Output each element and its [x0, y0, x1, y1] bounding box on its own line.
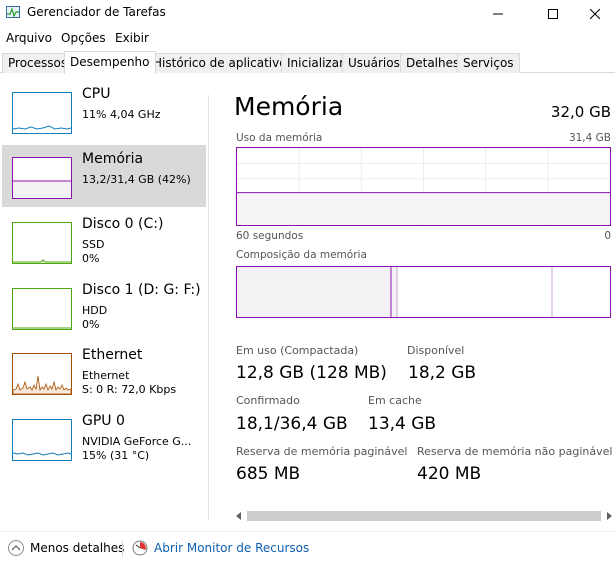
- available-value: 18,2 GB: [408, 363, 477, 383]
- usage-graph-label: Uso da memória: [236, 132, 323, 144]
- resource-monitor-icon: [132, 540, 148, 556]
- paged-pool-label: Reserva de memória paginável: [236, 445, 408, 458]
- usage-area: [237, 192, 610, 225]
- tab-historico[interactable]: Histórico de aplicativos: [147, 53, 299, 73]
- window-title: Gerenciador de Tarefas: [27, 5, 166, 19]
- usage-graph-max: 31,4 GB: [568, 132, 611, 144]
- tab-servicos[interactable]: Serviços: [457, 53, 520, 73]
- nonpaged-pool-value: 420 MB: [417, 464, 482, 484]
- scroll-right-icon[interactable]: [605, 512, 613, 520]
- sidebar-item-detail: NVIDIA GeForce G...: [82, 435, 192, 448]
- tab-inicializar[interactable]: Inicializar: [281, 53, 351, 73]
- sidebar-item-detail: 11% 4,04 GHz: [82, 108, 161, 121]
- menu-arquivo[interactable]: Arquivo: [6, 31, 52, 45]
- sidebar-item-name: Memória: [82, 151, 144, 167]
- memory-usage-graph: [236, 147, 611, 226]
- composition-label: Composição da memória: [236, 249, 367, 261]
- sidebar-item-detail-2: 0%: [82, 318, 100, 331]
- sidebar-item-ethernet[interactable]: Ethernet Ethernet S: 0 R: 72,0 Kbps: [2, 341, 206, 403]
- time-axis-left-label: 60 segundos: [236, 230, 304, 242]
- nonpaged-pool-label: Reserva de memória não paginável: [417, 445, 613, 458]
- footer-separator: [122, 541, 123, 557]
- in-use-value: 12,8 GB (128 MB): [236, 363, 387, 383]
- gpu-thumbnail-graph: [12, 419, 72, 461]
- sidebar-item-detail-2: 0%: [82, 252, 100, 265]
- scrollbar-thumb[interactable]: [247, 511, 601, 521]
- sidebar-item-detail: 13,2/31,4 GB (42%): [82, 173, 191, 186]
- sidebar-item-memoria[interactable]: Memória 13,2/31,4 GB (42%): [2, 145, 206, 207]
- available-label: Disponível: [407, 344, 465, 357]
- less-details-button[interactable]: Menos detalhes: [8, 540, 124, 556]
- cached-label: Em cache: [368, 394, 422, 407]
- resource-sidebar: CPU 11% 4,04 GHz Memória 13,2/31,4 GB (4…: [0, 80, 207, 520]
- title-bar: Gerenciador de Tarefas: [0, 0, 615, 27]
- sidebar-item-name: GPU 0: [82, 413, 125, 429]
- sidebar-item-detail: HDD: [82, 304, 108, 317]
- less-details-label: Menos detalhes: [30, 541, 125, 555]
- committed-value: 18,1/36,4 GB: [236, 414, 348, 434]
- page-title: Memória: [234, 92, 344, 121]
- close-button[interactable]: [575, 0, 615, 27]
- sidebar-item-name: CPU: [82, 86, 111, 102]
- tab-strip: Processos Desempenho Histórico de aplica…: [0, 51, 615, 74]
- ethernet-thumbnail-graph: [12, 353, 72, 395]
- sidebar-item-name: Ethernet: [82, 347, 143, 363]
- sidebar-item-disco-0[interactable]: Disco 0 (C:) SSD 0%: [2, 210, 206, 272]
- cpu-thumbnail-graph: [12, 92, 72, 134]
- sidebar-item-gpu-0[interactable]: GPU 0 NVIDIA GeForce G... 15% (31 °C): [2, 407, 206, 469]
- sidebar-item-name: Disco 0 (C:): [82, 216, 164, 232]
- minimize-button[interactable]: [475, 0, 521, 27]
- sidebar-item-cpu[interactable]: CPU 11% 4,04 GHz: [2, 80, 206, 142]
- tab-usuarios[interactable]: Usuários: [342, 53, 406, 73]
- disk1-thumbnail-graph: [12, 288, 72, 330]
- task-manager-icon: [6, 6, 20, 18]
- composition-modified: [392, 267, 397, 317]
- close-icon: [590, 8, 600, 19]
- open-resource-monitor-link[interactable]: Abrir Monitor de Recursos: [132, 540, 309, 556]
- horizontal-scrollbar[interactable]: [233, 509, 615, 523]
- paged-pool-value: 685 MB: [236, 464, 301, 484]
- maximize-button[interactable]: [530, 0, 576, 27]
- sidebar-item-detail: SSD: [82, 238, 105, 251]
- sidebar-item-disco-1[interactable]: Disco 1 (D: G: F:) HDD 0%: [2, 276, 206, 338]
- sidebar-item-detail: Ethernet: [82, 369, 130, 382]
- sidebar-item-detail-2: 15% (31 °C): [82, 449, 150, 462]
- cached-value: 13,4 GB: [368, 414, 437, 434]
- minimize-icon: [493, 13, 503, 14]
- menu-exibir[interactable]: Exibir: [115, 31, 149, 45]
- footer-bar: Menos detalhes Abrir Monitor de Recursos: [0, 531, 615, 571]
- chevron-up-icon: [8, 540, 24, 556]
- panel-divider[interactable]: [208, 95, 209, 520]
- committed-label: Confirmado: [236, 394, 300, 407]
- sidebar-item-detail-2: S: 0 R: 72,0 Kbps: [82, 383, 177, 396]
- menu-bar: Arquivo Opções Exibir: [0, 27, 615, 49]
- menu-opcoes[interactable]: Opções: [61, 31, 106, 45]
- memory-total: 32,0 GB: [550, 103, 611, 121]
- disk0-thumbnail-graph: [12, 222, 72, 264]
- tab-processos[interactable]: Processos: [2, 53, 74, 73]
- resource-monitor-label: Abrir Monitor de Recursos: [154, 541, 310, 555]
- maximize-icon: [548, 8, 558, 19]
- in-use-label: Em uso (Compactada): [236, 344, 359, 357]
- sidebar-item-name: Disco 1 (D: G: F:): [82, 282, 201, 298]
- composition-in-use: [237, 267, 391, 317]
- tab-detalhes[interactable]: Detalhes: [400, 53, 466, 73]
- tab-desempenho[interactable]: Desempenho: [64, 51, 156, 74]
- scroll-left-icon[interactable]: [235, 512, 243, 520]
- time-axis-right-label: 0: [604, 230, 611, 242]
- memory-composition-bar: [236, 266, 611, 318]
- memory-usage-chart: [237, 148, 610, 225]
- memory-thumbnail-graph: [12, 157, 72, 199]
